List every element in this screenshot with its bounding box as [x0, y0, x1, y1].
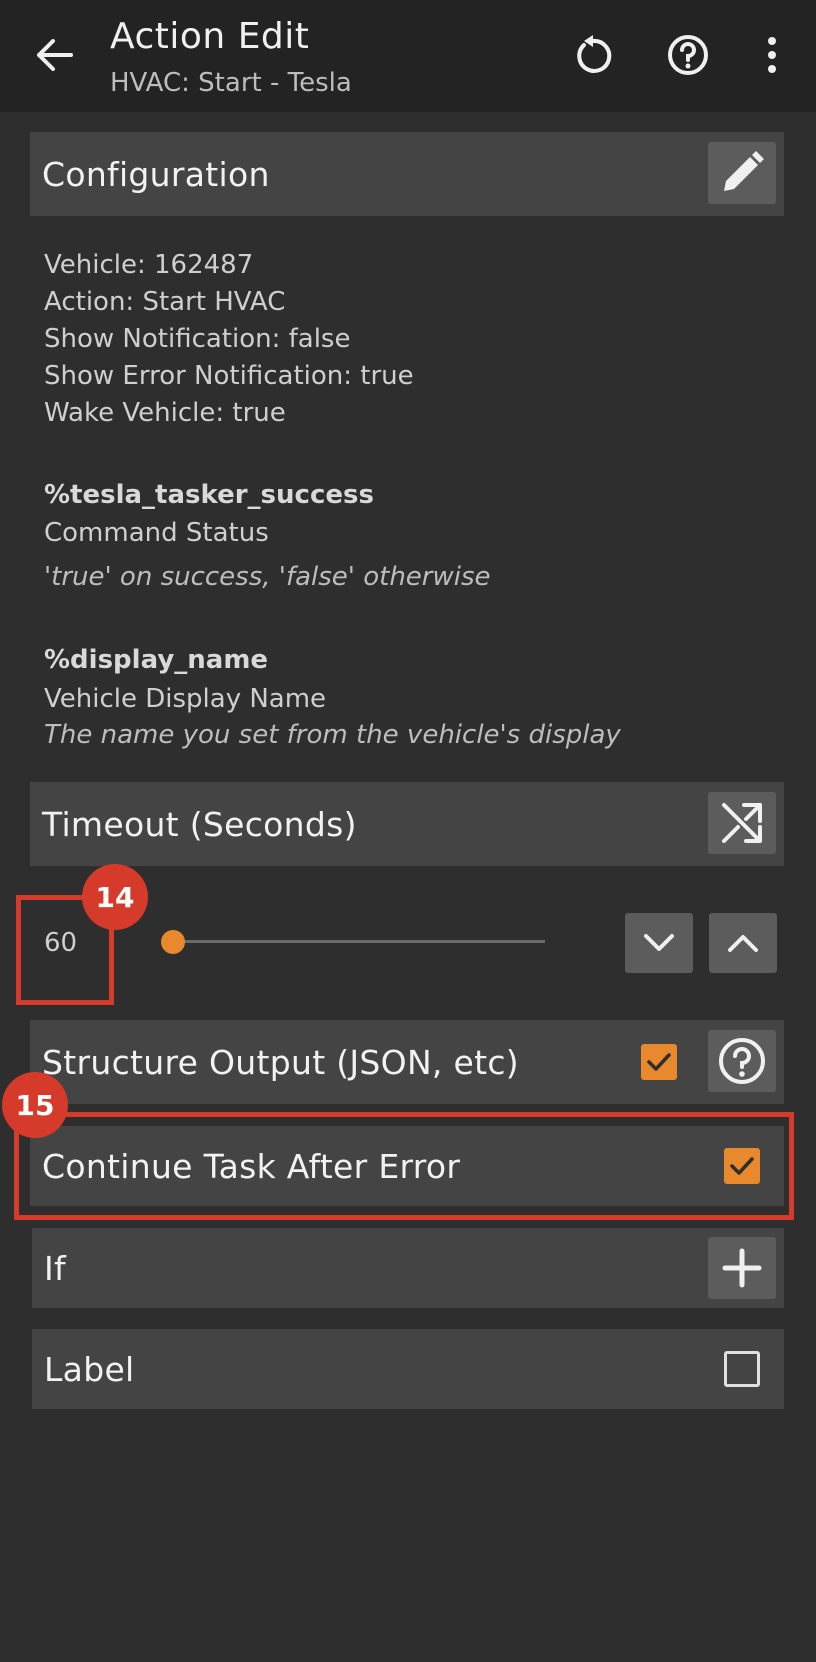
decrement-button[interactable]	[625, 913, 693, 973]
variable-label: Command Status	[44, 518, 269, 548]
chevron-down-icon	[644, 934, 674, 951]
annotation-box-15	[14, 1112, 794, 1220]
page-title: Action Edit	[110, 16, 310, 57]
help-icon	[719, 1038, 765, 1084]
pencil-icon	[724, 151, 764, 191]
timeout-section-header: Timeout (Seconds)	[30, 782, 784, 866]
if-label: If	[44, 1248, 66, 1288]
add-condition-button[interactable]	[708, 1237, 776, 1299]
timeout-label: Timeout (Seconds)	[42, 804, 357, 844]
structure-output-row[interactable]: Structure Output (JSON, etc)	[30, 1020, 784, 1104]
checkmark-icon	[647, 1053, 671, 1071]
variable-description: 'true' on success, 'false' otherwise	[44, 562, 491, 592]
structure-output-checkbox[interactable]	[641, 1044, 677, 1080]
variable-description: The name you set from the vehicle's disp…	[44, 720, 621, 750]
configuration-label: Configuration	[42, 154, 270, 194]
reset-icon[interactable]	[568, 30, 618, 80]
structure-output-help-button[interactable]	[708, 1030, 776, 1092]
annotation-badge-14: 14	[82, 864, 148, 930]
variable-toggle-button[interactable]	[708, 792, 776, 854]
config-show-error-notification: Show Error Notification: true	[44, 361, 414, 391]
more-vert-icon[interactable]	[747, 30, 797, 80]
back-arrow-icon[interactable]	[30, 30, 80, 80]
variable-name: %tesla_tasker_success	[44, 480, 374, 510]
variable-name: %display_name	[44, 645, 269, 675]
label-label: Label	[44, 1349, 135, 1389]
timeout-slider-thumb[interactable]	[161, 930, 185, 954]
label-row[interactable]: Label	[32, 1329, 784, 1409]
variable-label: Vehicle Display Name	[44, 684, 327, 714]
chevron-up-icon	[728, 935, 758, 952]
config-action: Action: Start HVAC	[44, 287, 286, 317]
page-subtitle: HVAC: Start - Tesla	[110, 68, 352, 98]
plus-icon	[722, 1248, 762, 1288]
annotation-badge-15: 15	[2, 1072, 68, 1138]
increment-button[interactable]	[709, 913, 777, 973]
edit-configuration-button[interactable]	[708, 142, 776, 204]
app-bar: Action Edit HVAC: Start - Tesla	[0, 0, 816, 112]
config-show-notification: Show Notification: false	[44, 324, 351, 354]
shuffle-icon	[722, 803, 762, 843]
label-checkbox[interactable]	[724, 1351, 760, 1387]
timeout-slider-track[interactable]	[165, 940, 545, 943]
configuration-section-header: Configuration	[30, 132, 784, 216]
help-icon[interactable]	[663, 30, 713, 80]
config-vehicle: Vehicle: 162487	[44, 250, 254, 280]
structure-output-label: Structure Output (JSON, etc)	[42, 1042, 519, 1082]
config-wake-vehicle: Wake Vehicle: true	[44, 398, 286, 428]
if-row[interactable]: If	[32, 1228, 784, 1308]
